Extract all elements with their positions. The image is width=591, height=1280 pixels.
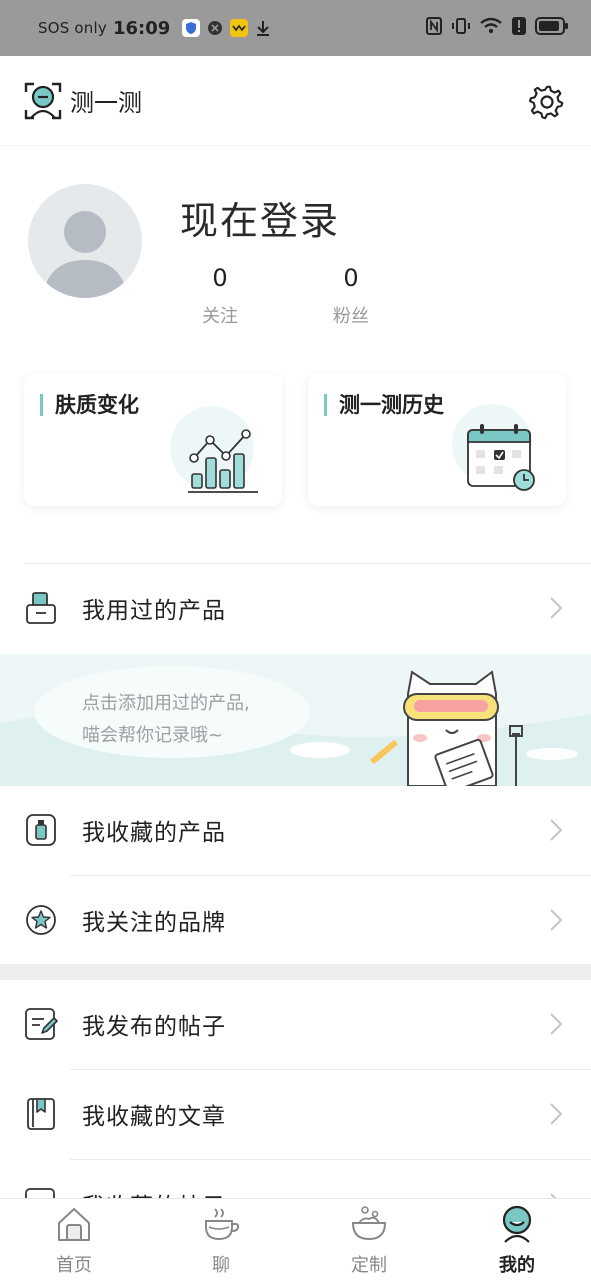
chevron-right-icon bbox=[549, 908, 563, 932]
bottom-nav: 首页 聊 定制 我的 bbox=[0, 1198, 591, 1280]
edit-note-icon bbox=[24, 1007, 58, 1041]
carrier-label: SOS only bbox=[38, 19, 107, 37]
fav-products-label: 我收藏的产品 bbox=[82, 820, 226, 846]
product-box-icon bbox=[24, 591, 58, 625]
banner-line-2: 喵会帮你记录哦~ bbox=[82, 725, 224, 746]
gear-icon[interactable] bbox=[528, 84, 565, 120]
nav-custom-label: 定制 bbox=[351, 1255, 387, 1276]
add-product-banner[interactable]: 点击添加用过的产品, 喵会帮你记录哦~ bbox=[0, 654, 591, 786]
star-badge-icon bbox=[24, 903, 58, 937]
following-count: 0 bbox=[212, 264, 228, 292]
section-separator bbox=[0, 964, 591, 980]
nav-custom[interactable]: 定制 bbox=[319, 1199, 419, 1280]
page-title: 测一测 bbox=[70, 89, 142, 117]
custom-bowl-icon bbox=[351, 1205, 387, 1243]
wifi-icon bbox=[479, 16, 503, 40]
used-products-row[interactable]: 我用过的产品 bbox=[0, 564, 591, 652]
alert-icon bbox=[511, 16, 527, 40]
fans-count: 0 bbox=[343, 264, 359, 292]
banner-line-1: 点击添加用过的产品, bbox=[82, 693, 250, 714]
fav-articles-label: 我收藏的文章 bbox=[82, 1104, 226, 1130]
fav-products-row[interactable]: 我收藏的产品 bbox=[0, 786, 591, 874]
chevron-right-icon bbox=[549, 1012, 563, 1036]
profile-face-icon bbox=[499, 1205, 535, 1243]
fans-stat[interactable]: 0 粉丝 bbox=[311, 264, 391, 328]
coffee-cup-icon bbox=[203, 1205, 240, 1243]
app-notification-icon bbox=[230, 19, 249, 37]
following-label: 关注 bbox=[202, 306, 238, 327]
login-link[interactable]: 现在登录 bbox=[180, 190, 340, 245]
home-icon bbox=[56, 1205, 92, 1243]
following-stat[interactable]: 0 关注 bbox=[180, 264, 260, 328]
skin-change-card[interactable]: 肤质变化 bbox=[24, 374, 282, 506]
calendar-icon bbox=[448, 402, 558, 500]
clock: 16:09 bbox=[112, 17, 171, 39]
fans-label: 粉丝 bbox=[333, 306, 369, 327]
chevron-right-icon bbox=[549, 818, 563, 842]
banner-text: 点击添加用过的产品, 喵会帮你记录哦~ bbox=[82, 688, 250, 752]
my-posts-row[interactable]: 我发布的帖子 bbox=[0, 980, 591, 1068]
nav-home[interactable]: 首页 bbox=[24, 1199, 124, 1280]
nav-chat-label: 聊 bbox=[212, 1255, 230, 1276]
vibrate-icon bbox=[451, 16, 471, 40]
used-products-label: 我用过的产品 bbox=[82, 598, 226, 624]
app-header: 测一测 bbox=[0, 56, 591, 146]
followed-brands-row[interactable]: 我关注的品牌 bbox=[0, 876, 591, 964]
bottle-icon bbox=[24, 813, 58, 847]
test-history-card[interactable]: 测一测历史 bbox=[308, 374, 566, 506]
face-scan-icon[interactable] bbox=[24, 82, 62, 120]
nav-mine[interactable]: 我的 bbox=[467, 1199, 567, 1280]
nav-home-label: 首页 bbox=[56, 1255, 92, 1276]
chevron-right-icon bbox=[549, 596, 563, 620]
chevron-right-icon bbox=[549, 1102, 563, 1126]
battery-icon bbox=[535, 16, 569, 40]
status-bar: SOS only 16:09 bbox=[0, 0, 591, 56]
test-history-title: 测一测历史 bbox=[324, 394, 444, 416]
skin-change-title: 肤质变化 bbox=[40, 394, 139, 416]
avatar[interactable] bbox=[28, 184, 142, 298]
fav-articles-row[interactable]: 我收藏的文章 bbox=[0, 1070, 591, 1158]
vpn-icon bbox=[206, 19, 224, 37]
nfc-icon bbox=[425, 16, 443, 40]
download-icon bbox=[254, 19, 272, 37]
my-posts-label: 我发布的帖子 bbox=[82, 1014, 226, 1040]
nav-chat[interactable]: 聊 bbox=[171, 1199, 271, 1280]
nav-mine-label: 我的 bbox=[499, 1255, 535, 1276]
followed-brands-label: 我关注的品牌 bbox=[82, 910, 226, 936]
bookmark-book-icon bbox=[24, 1097, 58, 1131]
shield-icon bbox=[182, 19, 201, 37]
chart-icon bbox=[164, 402, 274, 500]
